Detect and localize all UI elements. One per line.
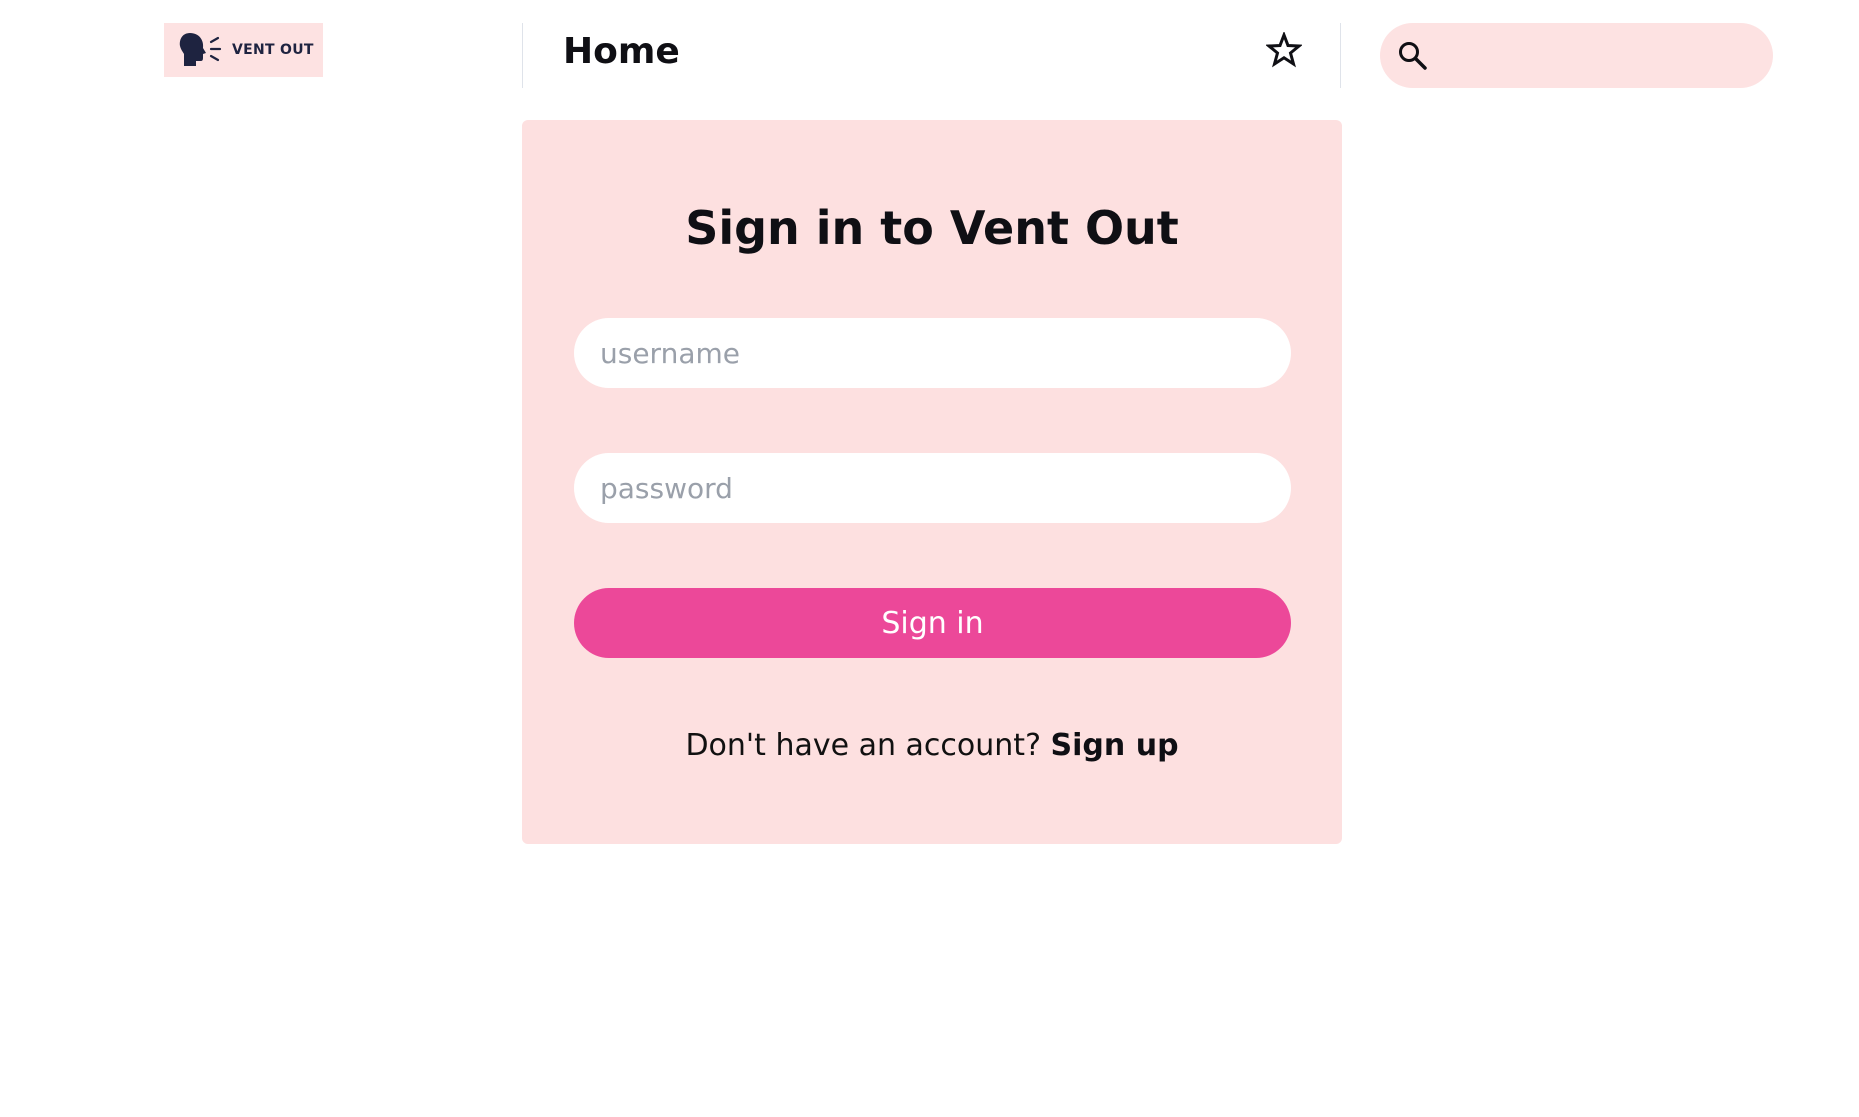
search-input[interactable] — [1440, 34, 1764, 77]
password-input[interactable] — [574, 453, 1291, 523]
page: VENT OUT Home Sign in to Vent Out Sign i… — [0, 0, 1859, 1117]
signup-link[interactable]: Sign up — [1051, 728, 1179, 763]
page-title: Home — [563, 31, 680, 72]
no-account-text: Don't have an account? — [685, 728, 1041, 763]
username-input[interactable] — [574, 318, 1291, 388]
header-divider-left — [522, 23, 523, 88]
header-divider-right — [1340, 23, 1341, 88]
signup-prompt: Don't have an account? Sign up — [522, 725, 1342, 767]
speaking-head-icon — [179, 33, 222, 66]
signin-title: Sign in to Vent Out — [685, 201, 1179, 255]
star-button[interactable] — [1264, 30, 1304, 70]
logo-text: VENT OUT — [232, 42, 314, 58]
logo[interactable]: VENT OUT — [164, 23, 323, 77]
search-box[interactable] — [1380, 23, 1773, 88]
search-icon — [1399, 41, 1427, 70]
star-icon — [1266, 32, 1302, 68]
signin-button[interactable]: Sign in — [574, 588, 1291, 658]
